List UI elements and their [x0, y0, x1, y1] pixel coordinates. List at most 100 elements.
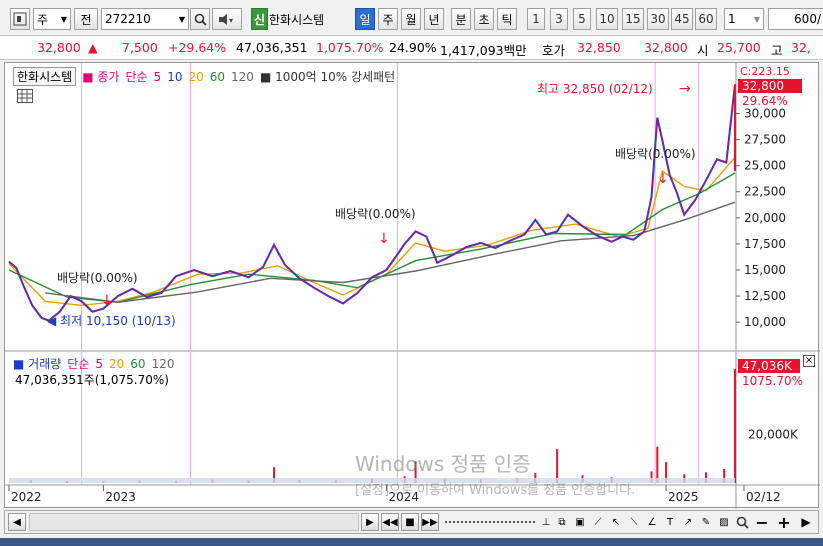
search-icon [194, 13, 207, 26]
ray-tool-icon[interactable]: ↗ [679, 513, 697, 531]
grid-toggle-icon[interactable] [17, 89, 33, 103]
legend-ma20: 20 [188, 69, 204, 84]
open-price: 25,700 [717, 40, 761, 55]
y-tick-label: 17,500 [744, 237, 786, 251]
text-tool-icon[interactable]: T [661, 513, 679, 531]
count-input[interactable]: 600/ [768, 8, 823, 30]
stock-chart[interactable]: 30,000 27,500 25,000 22,500 20,000 17,500 15,0… [5, 63, 820, 509]
period-tick-button[interactable]: 틱 [497, 8, 517, 30]
prefix-button[interactable]: 전 [74, 8, 98, 30]
scroll-left-icon[interactable]: ◀ [8, 513, 26, 531]
period-month-button[interactable]: 월 [401, 8, 421, 30]
legend-ma60: 60 [209, 69, 226, 84]
search-button[interactable] [190, 8, 210, 30]
minute-option-10[interactable]: 10 [596, 8, 618, 30]
legend-volume: ■ 거래량 [13, 357, 62, 371]
minute-option-60[interactable]: 60 [695, 8, 717, 30]
fast-forward-icon[interactable]: ▶▶ [421, 513, 439, 531]
stock-code-value: 272210 [105, 12, 151, 26]
trend-tool-icon[interactable]: ⟍ [625, 513, 643, 531]
turnover: 24.90% [389, 40, 437, 55]
y-tick-label: 25,000 [744, 159, 786, 173]
minute-option-3[interactable]: 3 [550, 8, 568, 30]
legend-vol-ma5: 5 [95, 356, 104, 371]
period-year-button[interactable]: 년 [424, 8, 444, 30]
arrow-tool-icon[interactable]: ↖ [607, 513, 625, 531]
zoom-slider[interactable] [445, 521, 535, 523]
zoom-in-icon[interactable]: + [775, 513, 793, 532]
legend-vol-ma-label: 단순 [67, 357, 90, 371]
bid-price: 32,800 [644, 40, 688, 55]
watermark-subtitle: [설정]으로 이동하여 Windows를 정품 인증합니다. [355, 483, 636, 498]
line-tool-icon[interactable]: ⟋ [589, 513, 607, 531]
chevron-down-icon: ▼ [753, 14, 760, 24]
y-tick-label: 22,500 [744, 185, 786, 199]
sound-button[interactable]: ▾ [212, 8, 242, 30]
period-day-button[interactable]: 일 [355, 8, 375, 30]
minute-option-1[interactable]: 1 [527, 8, 545, 30]
stop-icon[interactable]: ■ [401, 513, 419, 531]
legend-close: ■ 종가 [82, 70, 120, 84]
window-icon[interactable]: ▣ [571, 513, 589, 531]
scroll-end-icon[interactable]: ▶ [797, 513, 815, 531]
zoom-out-icon[interactable]: − [753, 513, 771, 532]
x-tick-label: 2022 [11, 490, 42, 504]
volume-bar [734, 369, 736, 483]
volume-bar [656, 446, 659, 483]
volume-value: 47,036,351주(1,075.70%) [15, 373, 169, 387]
rewind-icon[interactable]: ◀◀ [381, 513, 399, 531]
high-label: 고 [771, 43, 783, 58]
dividend-arrow-icon: ↓ [657, 171, 669, 187]
ask-label: 호가 [542, 43, 566, 58]
price-badge-label: 32,800 [742, 79, 784, 93]
zoom-search-icon[interactable] [733, 513, 751, 531]
minute-option-15[interactable]: 15 [622, 8, 644, 30]
legend-ma-label: 단순 [125, 70, 148, 84]
volume-legend: ■ 거래량 단순 5 20 60 120 [13, 355, 174, 372]
open-label: 시 [697, 43, 709, 58]
period-minute-button[interactable]: 분 [451, 8, 471, 30]
period-second-button[interactable]: 초 [474, 8, 494, 30]
legend-ma10: 10 [167, 69, 183, 84]
price-change: 7,500 [122, 40, 158, 55]
high-arrow-icon: → [679, 81, 691, 97]
scroll-track[interactable] [29, 513, 359, 531]
close-icon[interactable]: × [803, 355, 815, 367]
x-tick-label: 2025 [668, 490, 699, 504]
legend-ma5: 5 [153, 69, 162, 84]
angle-tool-icon[interactable]: ∠ [643, 513, 661, 531]
stock-code-input[interactable]: 272210 ▼ [101, 8, 189, 30]
dividend-arrow-icon: ↓ [101, 293, 113, 309]
trade-amount: 1,417,093백만 [440, 43, 527, 58]
minute-option-45[interactable]: 45 [671, 8, 693, 30]
chart-type-icon[interactable] [10, 8, 30, 30]
legend-stock-name[interactable]: 한화시스템 [13, 67, 77, 86]
scroll-right-icon[interactable]: ▶ [361, 513, 379, 531]
copy-icon[interactable]: ⧉ [553, 513, 571, 531]
chevron-down-icon: ▼ [60, 14, 67, 24]
period-week-button[interactable]: 주 [378, 8, 398, 30]
legend-vol-ma120: 120 [151, 356, 175, 371]
x-tick-label: 02/12 [746, 490, 781, 504]
legend-vol-ma20: 20 [109, 356, 125, 371]
minute-option-30[interactable]: 30 [647, 8, 669, 30]
volume-ratio: 1,075.70% [316, 40, 384, 55]
market-select-value: 주 [37, 12, 49, 27]
image-icon[interactable]: ▨ [715, 513, 733, 531]
stock-name: 한화시스템 [269, 12, 325, 27]
volume-bar [556, 449, 559, 483]
credit-badge: 신 [251, 8, 268, 30]
market-select[interactable]: 주 ▼ [33, 8, 71, 30]
chart-navigation-bar: ◀ ▶ ◀◀ ■ ▶▶ ⊥ ⧉ ▣ ⟋ ↖ ⟍ ∠ T ↗ ✎ ▨ − + ▶ [4, 510, 819, 534]
volume-badge-label: 47,036K [742, 359, 793, 373]
y-tick-label: 10,000 [744, 315, 786, 329]
dividend-label: 배당락(0.00%) [57, 271, 138, 285]
ask-price: 32,850 [577, 40, 621, 55]
minute-option-5[interactable]: 5 [573, 8, 591, 30]
marker-tool-icon[interactable]: ✎ [697, 513, 715, 531]
chart-panel[interactable]: 30,000 27,500 25,000 22,500 20,000 17,500 15,0… [4, 62, 820, 509]
low-annotation: ◀ 최저 10,150 (10/13) [47, 314, 176, 328]
unit-select[interactable]: 1 ▼ [724, 8, 764, 30]
change-percent: +29.64% [168, 40, 227, 55]
ma5-line [8, 84, 736, 322]
